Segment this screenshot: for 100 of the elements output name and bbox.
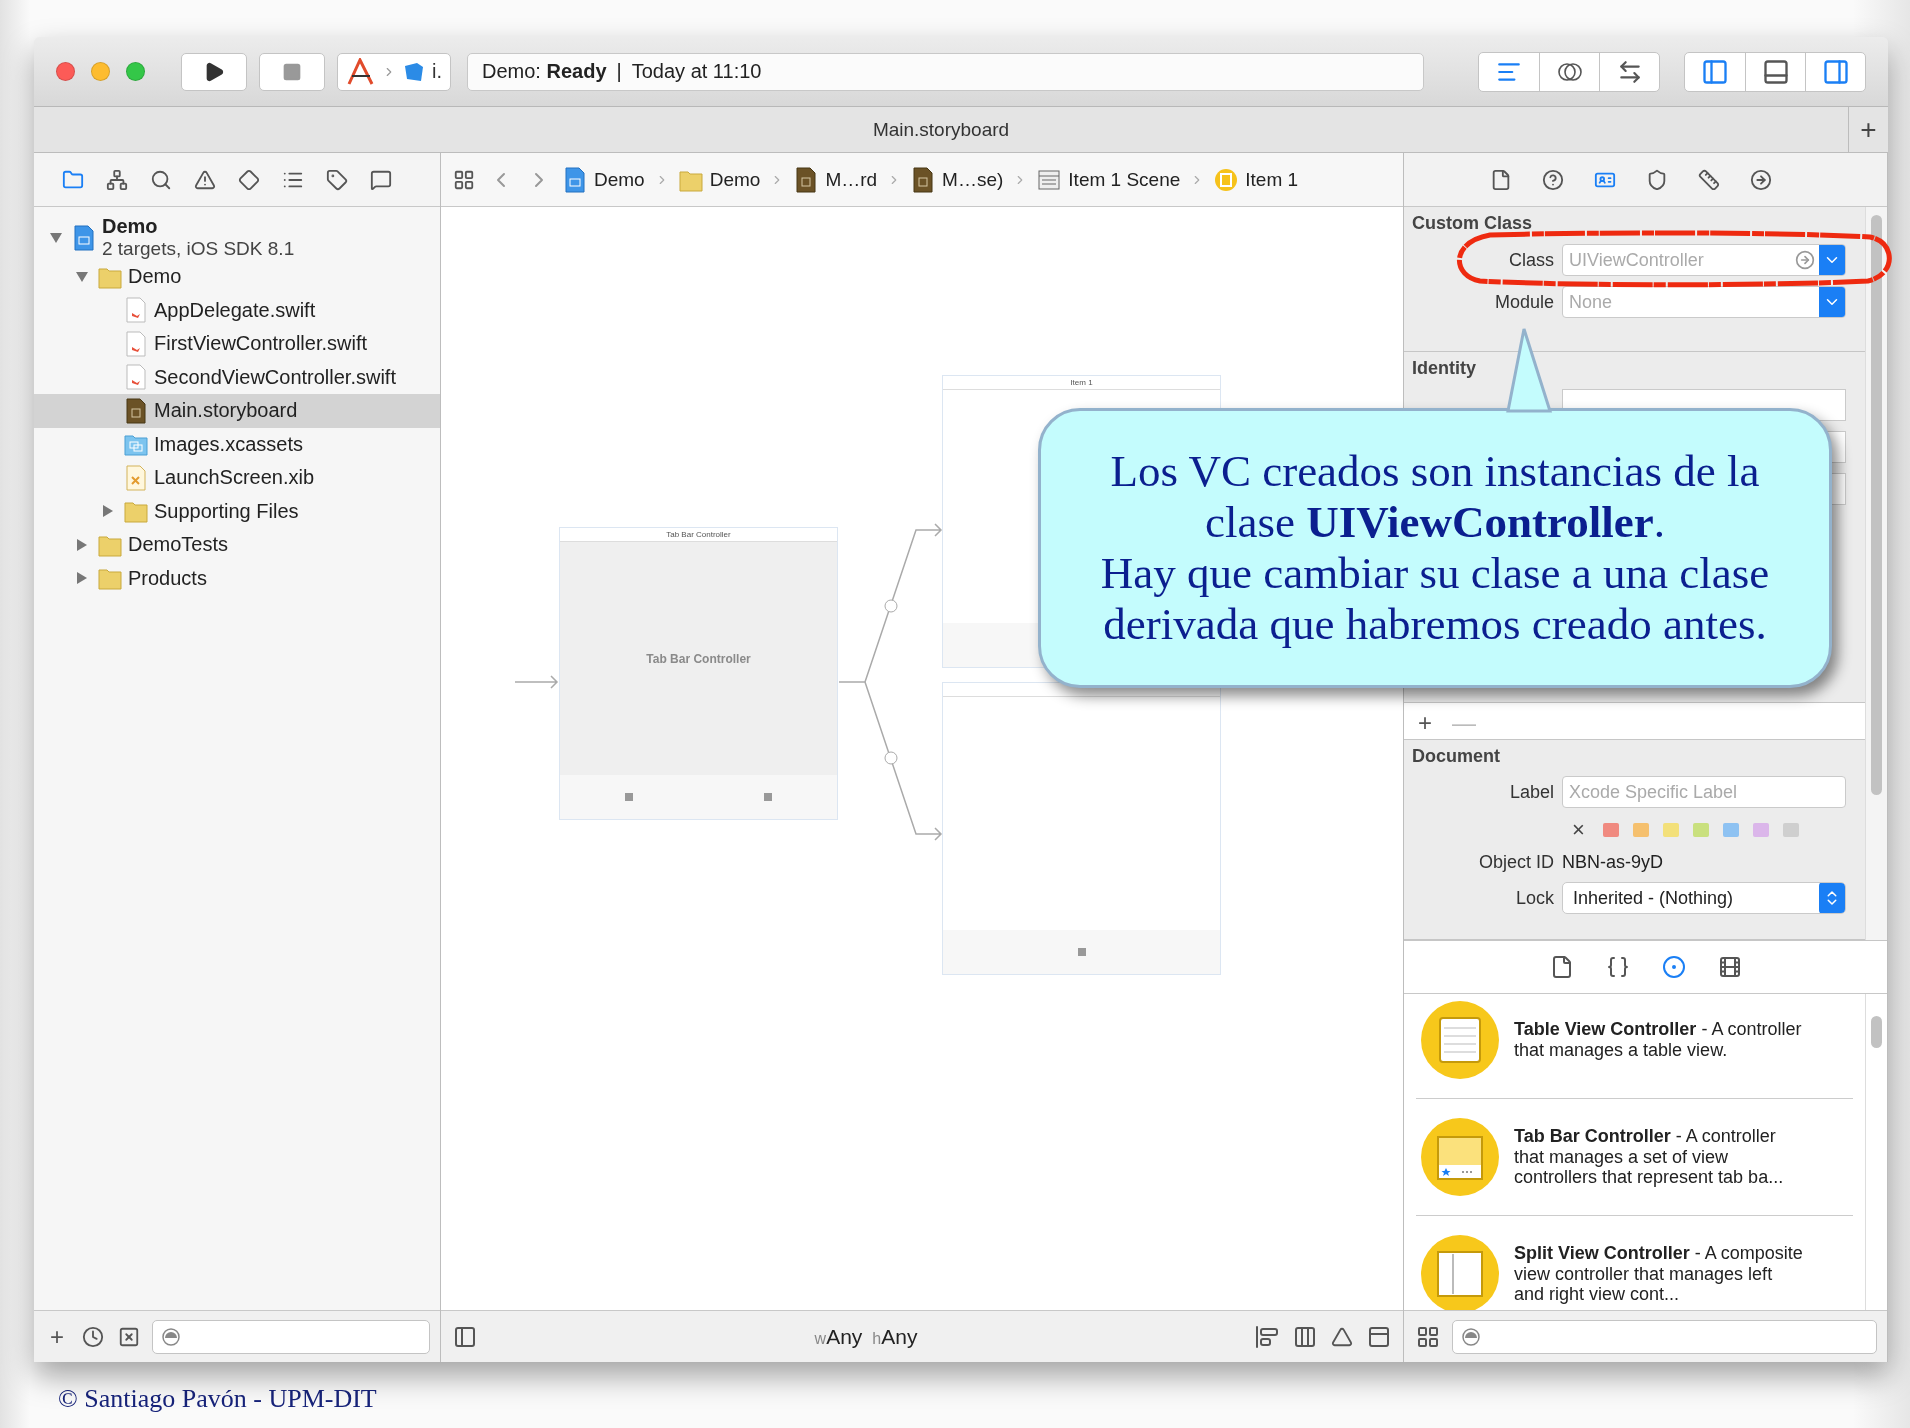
tree-item[interactable]: Supporting Files xyxy=(34,494,440,528)
color-swatch[interactable] xyxy=(1722,823,1739,837)
scrollbar-thumb[interactable] xyxy=(1871,215,1882,795)
filter-icon xyxy=(1461,1326,1481,1347)
stop-icon xyxy=(282,61,302,82)
breadcrumb[interactable]: M…se) xyxy=(911,166,1004,193)
field-label: Label xyxy=(1508,781,1554,803)
folder-icon xyxy=(62,168,84,191)
circle-dot-icon xyxy=(1661,955,1686,979)
run-button[interactable] xyxy=(181,52,247,91)
navigator-filter-field[interactable] xyxy=(152,1319,430,1354)
braces-icon xyxy=(1605,955,1630,979)
editor-tab[interactable]: Main.storyboard xyxy=(34,118,1848,141)
color-swatch[interactable] xyxy=(1662,823,1679,837)
field-label: Object ID xyxy=(1477,852,1554,873)
size-class[interactable]: hAny xyxy=(872,1324,918,1349)
scheme-selector[interactable]: i. xyxy=(337,52,451,91)
section-title: Custom Class xyxy=(1412,213,1534,234)
library-item[interactable]: Tab Bar Controller - A controller that manages a set of view controllers that represent tab ba... xyxy=(1416,1099,1853,1216)
tree-item[interactable]: DemoTests xyxy=(34,528,440,562)
color-swatch[interactable] xyxy=(1752,823,1769,837)
disclosure-triangle-icon[interactable] xyxy=(75,537,89,552)
breadcrumb[interactable]: Item 1 Scene xyxy=(1037,166,1181,193)
right-panel-icon xyxy=(1821,57,1850,86)
color-swatch[interactable] xyxy=(1692,823,1709,837)
scene-title: Tab Bar Controller xyxy=(560,528,837,542)
status-time: Today at 11:10 xyxy=(631,60,762,83)
grid-icon xyxy=(453,168,475,191)
tree-item[interactable]: AppDelegate.swift xyxy=(34,293,440,327)
library-item[interactable]: Table View Controller - A controller that manages a table view. xyxy=(1416,994,1853,1099)
diamond-icon xyxy=(238,168,260,191)
add-file-button[interactable]: + xyxy=(44,1322,70,1351)
zoom-button[interactable] xyxy=(126,62,145,81)
storyboard-file-icon xyxy=(911,166,936,193)
file-icon xyxy=(1490,168,1512,191)
tree-item[interactable]: Demo 2 targets, iOS SDK 8.1 xyxy=(34,215,440,260)
disclosure-triangle-icon[interactable] xyxy=(101,504,115,519)
breadcrumb[interactable]: Item 1 xyxy=(1214,166,1299,193)
tag-icon xyxy=(326,168,348,191)
breadcrumb[interactable]: Demo xyxy=(678,166,761,193)
tree-item[interactable]: SecondViewController.swift xyxy=(34,360,440,394)
bottom-panel-icon xyxy=(1761,57,1790,86)
scrollbar-thumb[interactable] xyxy=(1871,1016,1882,1048)
grid-icon xyxy=(1416,1324,1440,1349)
size-class[interactable]: wAny xyxy=(814,1324,863,1349)
color-swatch[interactable] xyxy=(1782,823,1799,837)
storyboard-file-icon xyxy=(794,166,819,193)
disclosure-triangle-icon[interactable] xyxy=(75,571,89,586)
tree-item[interactable]: LaunchScreen.xib xyxy=(34,461,440,495)
speech-bubble-icon xyxy=(370,168,392,191)
library-item-icon xyxy=(1420,1117,1500,1197)
object-id-value: NBN-as-9yD xyxy=(1562,852,1663,873)
filter-icon xyxy=(161,1326,181,1347)
hierarchy-icon xyxy=(106,168,128,191)
field-label: Module xyxy=(1493,291,1554,313)
panel-icon xyxy=(1367,1324,1391,1349)
boxed-x-icon xyxy=(118,1325,140,1348)
storyboard-file-icon xyxy=(124,397,148,424)
tree-item[interactable]: Main.storyboard xyxy=(34,394,440,428)
clock-icon xyxy=(82,1325,104,1348)
tree-item[interactable]: Products xyxy=(34,561,440,595)
shield-icon xyxy=(1646,168,1668,191)
status-project: Demo: Ready xyxy=(482,60,607,83)
library-item-icon xyxy=(1420,1000,1500,1080)
callout-text: Hay que cambiar su clase a una clase derivada que habremos creado antes. xyxy=(1099,548,1771,650)
triangle-icon xyxy=(1331,1325,1353,1348)
clear-color-button[interactable]: × xyxy=(1568,817,1589,843)
columns-icon xyxy=(1293,1324,1317,1349)
disclosure-triangle-icon[interactable] xyxy=(75,269,89,284)
breadcrumb[interactable]: Demo xyxy=(563,166,645,193)
disclosure-triangle-icon[interactable] xyxy=(49,230,63,245)
tree-item[interactable]: Images.xcassets xyxy=(34,427,440,461)
tab-item-icon xyxy=(763,793,772,801)
warning-icon xyxy=(194,168,216,191)
swift-file-icon xyxy=(124,330,148,357)
view-controller-icon xyxy=(1214,166,1239,193)
arrow-circle-icon xyxy=(1750,168,1772,191)
left-panel-icon xyxy=(1701,57,1729,86)
lock-dropdown[interactable]: Inherited - (Nothing) xyxy=(1562,882,1846,914)
breadcrumb[interactable]: M…rd xyxy=(794,166,878,193)
project-subtitle: 2 targets, iOS SDK 8.1 xyxy=(102,238,295,260)
copyright-footer: © Santiago Pavón - UPM-DIT xyxy=(58,1384,1910,1414)
project-icon xyxy=(72,224,96,251)
color-swatch[interactable] xyxy=(1602,823,1619,837)
ruler-icon xyxy=(1698,168,1720,191)
status-separator: | xyxy=(616,60,622,83)
entry-arrow xyxy=(515,675,559,689)
close-button[interactable] xyxy=(56,62,75,81)
tab-bar-controller-scene[interactable]: Tab Bar Controller Tab Bar Controller xyxy=(559,527,838,820)
project-icon xyxy=(563,166,587,193)
swift-file-icon xyxy=(124,297,148,324)
library-filter-field[interactable] xyxy=(1452,1319,1877,1354)
tree-item[interactable]: Demo xyxy=(34,260,440,294)
add-button[interactable]: + xyxy=(1412,709,1438,737)
library-item-description: Split View Controller - A composite view controller that manages left and right view cont... xyxy=(1514,1242,1804,1306)
swift-file-icon xyxy=(124,364,148,391)
add-tab-button[interactable]: + xyxy=(1848,107,1888,152)
stop-button[interactable] xyxy=(259,52,325,91)
color-swatch[interactable] xyxy=(1632,823,1649,837)
tree-item[interactable]: FirstViewController.swift xyxy=(34,327,440,361)
